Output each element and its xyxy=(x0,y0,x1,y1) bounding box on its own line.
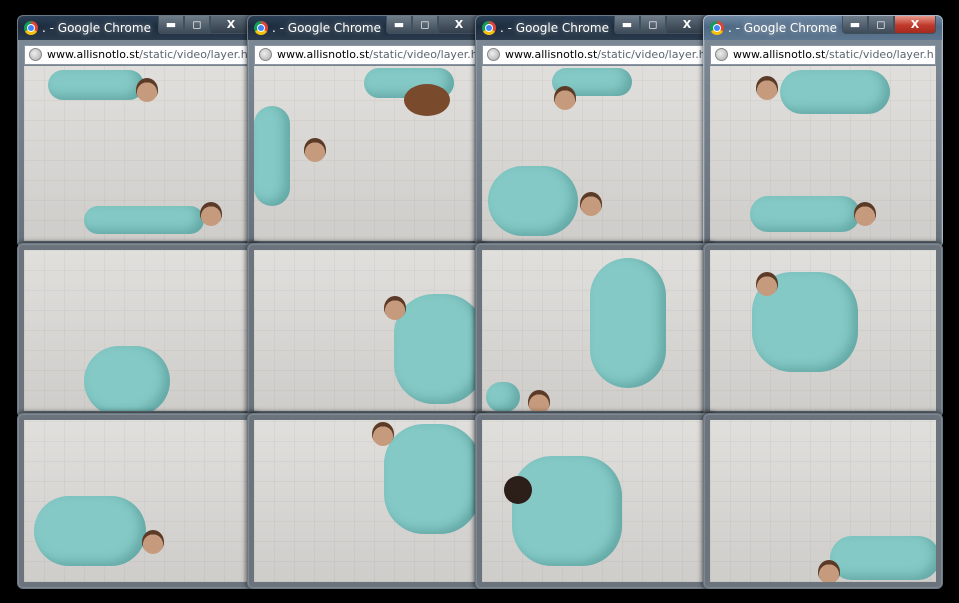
browser-window-10[interactable] xyxy=(247,413,487,589)
globe-icon xyxy=(715,48,728,61)
dancer-head xyxy=(384,296,406,320)
globe-icon xyxy=(29,48,42,61)
video-viewport xyxy=(482,250,708,411)
dancer-head xyxy=(854,202,876,226)
dancer-figure xyxy=(750,196,860,232)
dancer-figure xyxy=(254,106,290,206)
window-title: . - Google Chrome xyxy=(272,21,381,35)
dancer-figure xyxy=(384,424,480,534)
video-viewport xyxy=(710,250,936,411)
browser-window-11[interactable] xyxy=(475,413,715,589)
chrome-logo-icon xyxy=(254,21,268,35)
video-viewport xyxy=(24,420,252,582)
maximize-button[interactable]: ◻ xyxy=(412,16,438,34)
window-title: . - Google Chrome xyxy=(728,21,837,35)
video-viewport xyxy=(254,420,480,582)
url-path: /static/video/layer.h xyxy=(825,48,934,61)
browser-window-6[interactable] xyxy=(247,243,487,418)
browser-window-9[interactable] xyxy=(17,413,259,589)
dancer-figure xyxy=(84,346,170,411)
minimize-button[interactable]: ▬ xyxy=(386,16,412,34)
chrome-logo-icon xyxy=(482,21,496,35)
dancer-head xyxy=(528,390,550,411)
dancer-head xyxy=(142,530,164,554)
browser-window-2[interactable]: . - Google Chrome ▬ ◻ X www.allisnotlo.s… xyxy=(247,15,487,248)
title-bar[interactable]: . - Google Chrome ▬ ◻ X xyxy=(476,16,714,40)
dancer-head xyxy=(756,76,778,100)
video-viewport xyxy=(24,66,252,241)
browser-window-12[interactable] xyxy=(703,413,943,589)
browser-window-7[interactable] xyxy=(475,243,715,418)
maximize-button[interactable]: ◻ xyxy=(868,16,894,34)
dancer-head xyxy=(304,138,326,162)
dancer-head xyxy=(372,422,394,446)
dancer-figure xyxy=(590,258,666,388)
dancer-head xyxy=(580,192,602,216)
address-bar[interactable]: www.allisnotlo.st/static/video/layer.h xyxy=(482,45,708,65)
globe-icon xyxy=(259,48,272,61)
address-bar[interactable]: www.allisnotlo.st/static/video/layer.h xyxy=(24,45,252,65)
dancer-figure xyxy=(780,70,890,114)
title-bar[interactable]: . - Google Chrome ▬ ◻ X xyxy=(248,16,486,40)
chrome-logo-icon xyxy=(24,21,38,35)
url-path: /static/video/layer.h xyxy=(597,48,706,61)
window-title: . - Google Chrome xyxy=(42,21,151,35)
dancer-figure xyxy=(84,206,204,234)
dancer-head xyxy=(554,86,576,110)
video-viewport xyxy=(254,66,480,241)
url-host: www.allisnotlo.st xyxy=(47,48,140,61)
dancer-figure xyxy=(34,496,146,566)
minimize-button[interactable]: ▬ xyxy=(158,16,184,34)
maximize-button[interactable]: ◻ xyxy=(184,16,210,34)
dancer-head xyxy=(756,272,778,296)
chrome-logo-icon xyxy=(710,21,724,35)
video-viewport xyxy=(482,66,708,241)
video-viewport xyxy=(710,420,936,582)
browser-window-8[interactable] xyxy=(703,243,943,418)
browser-window-3[interactable]: . - Google Chrome ▬ ◻ X www.allisnotlo.s… xyxy=(475,15,715,248)
dancer-figure xyxy=(486,382,520,411)
minimize-button[interactable]: ▬ xyxy=(842,16,868,34)
dancer-head xyxy=(136,78,158,102)
close-button[interactable]: X xyxy=(894,16,936,34)
minimize-button[interactable]: ▬ xyxy=(614,16,640,34)
close-button[interactable]: X xyxy=(438,16,480,34)
url-host: www.allisnotlo.st xyxy=(277,48,370,61)
close-button[interactable]: X xyxy=(210,16,252,34)
browser-window-4-active[interactable]: . - Google Chrome ▬ ◻ X www.allisnotlo.s… xyxy=(703,15,943,248)
url-path: /static/video/layer.h xyxy=(369,48,478,61)
dancer-head xyxy=(504,476,532,504)
dancer-figure xyxy=(48,70,144,100)
dancer-head xyxy=(200,202,222,226)
url-path: /static/video/layer.h xyxy=(139,48,248,61)
window-title: . - Google Chrome xyxy=(500,21,609,35)
dancer-figure xyxy=(830,536,936,580)
browser-window-1[interactable]: . - Google Chrome ▬ ◻ X www.allisnotlo.s… xyxy=(17,15,259,248)
address-bar[interactable]: www.allisnotlo.st/static/video/layer.h xyxy=(254,45,480,65)
dancer-figure xyxy=(512,456,622,566)
dancer-head xyxy=(404,84,450,116)
title-bar[interactable]: . - Google Chrome ▬ ◻ X xyxy=(18,16,258,40)
dancer-head xyxy=(818,560,840,582)
dancer-figure xyxy=(488,166,578,236)
dancer-figure xyxy=(394,294,480,404)
title-bar[interactable]: . - Google Chrome ▬ ◻ X xyxy=(704,16,942,40)
address-bar[interactable]: www.allisnotlo.st/static/video/layer.h xyxy=(710,45,936,65)
url-host: www.allisnotlo.st xyxy=(505,48,598,61)
globe-icon xyxy=(487,48,500,61)
browser-window-5[interactable] xyxy=(17,243,259,418)
close-button[interactable]: X xyxy=(666,16,708,34)
maximize-button[interactable]: ◻ xyxy=(640,16,666,34)
url-host: www.allisnotlo.st xyxy=(733,48,826,61)
video-viewport xyxy=(482,420,708,582)
video-viewport xyxy=(24,250,252,411)
video-viewport xyxy=(710,66,936,241)
video-viewport xyxy=(254,250,480,411)
